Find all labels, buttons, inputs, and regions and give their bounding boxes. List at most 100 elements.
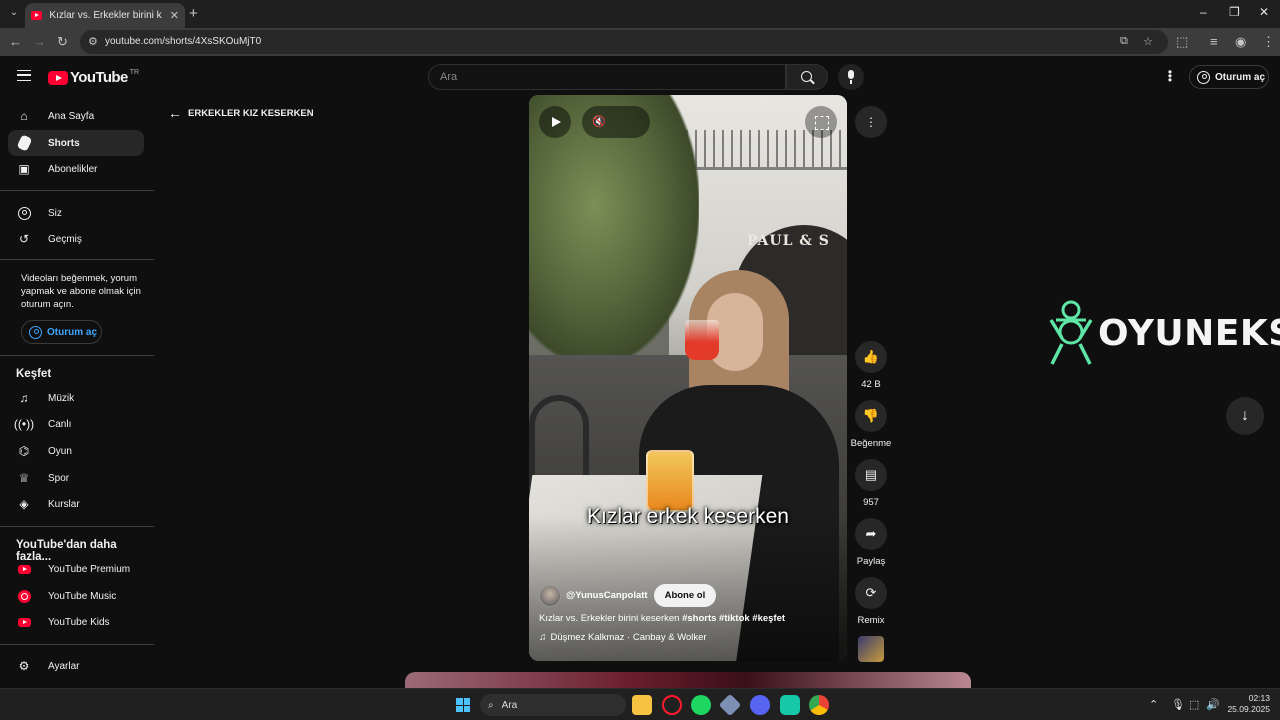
like-count: 42 B (861, 379, 881, 390)
video-description[interactable]: Kızlar vs. Erkekler birini keserken #sho… (539, 613, 785, 624)
chrome-menu-icon[interactable]: ⋮ (1262, 34, 1275, 50)
sidebar-item-label: Ana Sayfa (48, 110, 95, 122)
play-icon (551, 117, 561, 127)
sidebar-item-shorts[interactable]: Shorts (8, 130, 144, 156)
sidebar-item-youtube-premium[interactable]: YouTube Premium (8, 556, 144, 582)
sidebar-item-label: YouTube Premium (48, 563, 131, 575)
sidebar-item-courses[interactable]: ◈ Kurslar (8, 491, 144, 517)
sidebar-item-history[interactable]: ↺ Geçmiş (8, 226, 144, 252)
browser-toolbar: ← → ↻ ⚙ youtube.com/shorts/4XsSKOuMjT0 ⧉… (0, 28, 1280, 56)
bookmark-star-icon[interactable]: ☆ (1143, 35, 1153, 48)
youtube-premium-icon (17, 562, 31, 576)
sidebar-item-home[interactable]: ⌂ Ana Sayfa (8, 103, 144, 129)
channel-avatar[interactable] (539, 584, 561, 607)
gear-icon: ⚙ (18, 659, 30, 673)
volume-icon[interactable]: 🔊 (1206, 698, 1220, 711)
whatsapp-icon[interactable] (780, 695, 800, 715)
home-icon: ⌂ (20, 109, 28, 123)
channel-handle[interactable]: @YunusCanpolatt (566, 590, 648, 601)
country-code: TR (129, 69, 140, 76)
sidebar-item-label: YouTube Music (48, 590, 117, 602)
music-title: Düşmez Kalkmaz · Canbay & Wolker (550, 632, 707, 643)
sidebar-item-you[interactable]: Siz (8, 200, 144, 226)
sidebar-item-live[interactable]: ((•)) Canlı (8, 411, 144, 437)
subscribe-button[interactable]: Abone ol (653, 584, 717, 607)
search-button[interactable] (786, 64, 828, 90)
chrome-icon[interactable] (809, 695, 829, 715)
remix-button[interactable]: ⟳ Remix (848, 577, 894, 626)
play-button[interactable] (539, 106, 571, 138)
share-arrow-icon: ➦ (855, 518, 887, 550)
reload-icon[interactable]: ↻ (57, 34, 68, 50)
tray-overflow-icon[interactable]: ⌃ (1149, 698, 1158, 711)
taskbar-clock[interactable]: 02:13 25.09.2025 (1222, 693, 1270, 715)
sidebar-item-youtube-music[interactable]: YouTube Music (8, 583, 144, 609)
share-button[interactable]: ➦ Paylaş (848, 518, 894, 567)
windows-start-icon[interactable] (456, 698, 470, 712)
sidebar-divider (0, 644, 154, 645)
like-button[interactable]: 👍 42 B (848, 341, 894, 390)
settings-more-icon[interactable]: • • • (1167, 66, 1173, 86)
sidebar-item-label: Abonelikler (48, 163, 98, 175)
next-video-button[interactable]: ↓ (1226, 397, 1264, 435)
site-settings-icon[interactable]: ⚙ (88, 35, 98, 48)
profile-icon[interactable]: ◉ (1235, 34, 1246, 50)
forward-arrow-icon[interactable]: → (33, 34, 46, 50)
description-hashtags[interactable]: #shorts #tiktok #keşfet (682, 613, 785, 624)
youtube-kids-icon (17, 615, 31, 629)
new-tab-button[interactable]: + (189, 5, 198, 22)
music-link[interactable]: ♫ Düşmez Kalkmaz · Canbay & Wolker (539, 632, 707, 643)
search-icon (801, 71, 812, 82)
sidebar-item-music[interactable]: ♫ Müzik (8, 385, 144, 411)
sidebar-signin-button[interactable]: Oturum aç (21, 320, 102, 344)
explore-title: Keşfet (16, 368, 52, 380)
more-options-icon[interactable]: ⋮ (855, 106, 887, 138)
sidebar-divider (0, 259, 154, 260)
extensions-icon[interactable]: ⬚ (1176, 34, 1188, 50)
install-app-icon[interactable]: ⧉ (1120, 35, 1128, 48)
close-window-button[interactable]: ✕ (1259, 5, 1269, 19)
history-icon: ↺ (18, 232, 30, 246)
url-text[interactable]: youtube.com/shorts/4XsSKOuMjT0 (105, 36, 261, 47)
audio-thumbnail[interactable] (858, 636, 884, 662)
address-bar[interactable]: ⚙ youtube.com/shorts/4XsSKOuMjT0 ⧉ ☆ (80, 30, 1168, 54)
sidebar-item-youtube-kids[interactable]: YouTube Kids (8, 609, 144, 635)
signin-button[interactable]: Oturum aç (1189, 65, 1269, 89)
sidebar-item-gaming[interactable]: ⌬ Oyun (8, 438, 144, 464)
hamburger-menu-icon[interactable] (17, 70, 31, 81)
spotify-icon[interactable] (691, 695, 711, 715)
browser-tab[interactable]: Kızlar vs. Erkekler birini keserken... ✕ (25, 3, 185, 28)
microphone-tray-icon[interactable]: 🎙 (1171, 698, 1185, 711)
file-explorer-icon[interactable] (632, 695, 652, 715)
minimize-button[interactable]: – (1200, 5, 1207, 19)
tab-search-icon[interactable]: ⌄ (6, 5, 22, 21)
fullscreen-icon[interactable] (805, 106, 837, 138)
voice-search-button[interactable] (838, 64, 864, 90)
restore-button[interactable]: ❐ (1229, 5, 1240, 19)
share-label: Paylaş (856, 556, 886, 567)
dislike-button[interactable]: 👎 Beğenme (848, 400, 894, 449)
channel-row: @YunusCanpolatt Abone ol (539, 584, 717, 607)
shorts-back-link[interactable]: ← ERKEKLER KIZ KESERKEN (168, 105, 314, 121)
network-icon[interactable]: ⬚ (1189, 698, 1199, 711)
discord-icon[interactable] (750, 695, 770, 715)
muted-speaker-icon: 🔇 (592, 116, 606, 128)
tab-close-icon[interactable]: ✕ (170, 9, 179, 22)
app-icon[interactable] (718, 693, 742, 717)
taskbar-search[interactable]: ⌕ Ara (480, 694, 626, 716)
sidebar-item-label: Kurslar (48, 498, 80, 510)
media-controls-icon[interactable]: ≡ (1210, 34, 1218, 50)
sidebar-item-label: Canlı (48, 418, 72, 430)
search-input[interactable] (440, 71, 740, 83)
shorts-actions: ⋮ 👍 42 B 👎 Beğenme ▤ 957 ➦ Paylaş ⟳ Remi… (848, 95, 894, 665)
volume-control[interactable]: 🔇 (582, 106, 650, 138)
youtube-logo[interactable]: YouTube TR (48, 69, 139, 86)
opera-gx-icon[interactable] (662, 695, 682, 715)
shorts-video-player[interactable]: PAUL & S 🔇 Kızlar erkek keserken @YunusC… (529, 95, 847, 661)
sidebar-item-settings[interactable]: ⚙ Ayarlar (8, 653, 144, 679)
sidebar-item-sports[interactable]: ♕ Spor (8, 465, 144, 491)
video-caption: Kızlar erkek keserken (587, 505, 789, 528)
sidebar-item-subscriptions[interactable]: ▣ Abonelikler (8, 156, 144, 182)
comments-button[interactable]: ▤ 957 (848, 459, 894, 508)
back-arrow-icon[interactable]: ← (9, 34, 22, 50)
